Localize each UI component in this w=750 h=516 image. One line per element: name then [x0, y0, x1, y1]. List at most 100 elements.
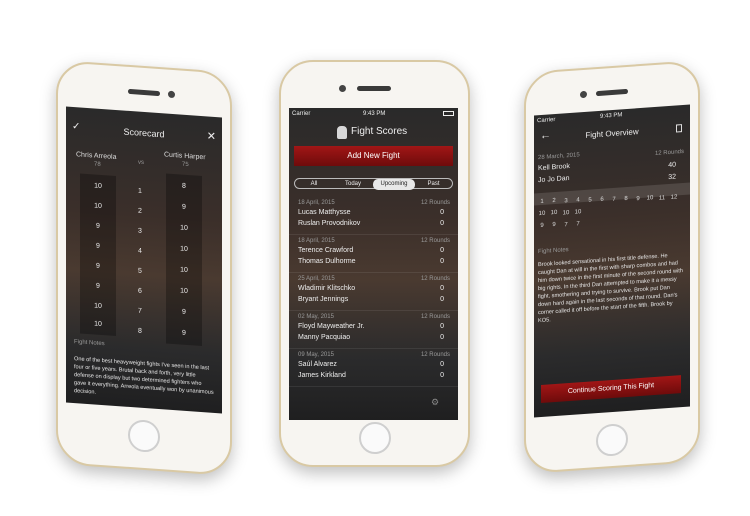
overview-title: Fight Overview — [585, 127, 639, 140]
fight-rounds: 12 Rounds — [420, 200, 450, 206]
fight-list: 18 April, 2015 12 Rounds Lucas Matthysse… — [289, 196, 458, 396]
phone-camera — [339, 85, 346, 92]
fight-rounds: 12 Rounds — [420, 276, 450, 282]
fighter-name: Saúl Alvarez — [298, 361, 337, 368]
add-new-fight-button[interactable]: Add New Fight — [294, 146, 453, 166]
score-cell[interactable]: 10 — [166, 224, 202, 234]
settings-gear-icon[interactable]: ⚙ — [431, 397, 439, 408]
round-score: 7 — [576, 221, 580, 228]
round-number: 4 — [138, 247, 142, 255]
tab-upcoming[interactable]: Upcoming — [373, 179, 415, 190]
filter-segmented-control: All Today Upcoming Past — [294, 178, 453, 190]
fighter-name: Thomas Dulhorme — [298, 258, 356, 265]
fighter1-score-column: 10 10 9 9 9 9 10 10 — [80, 173, 116, 337]
score-cell[interactable]: 9 — [80, 242, 116, 252]
fight-date: 09 May, 2015 — [298, 352, 334, 358]
round-number: 7 — [138, 307, 142, 315]
fighter-score: 0 — [440, 247, 444, 254]
round-number: 2 — [138, 207, 142, 215]
fight-row[interactable]: 18 April, 2015 12 Rounds Terence Crawfor… — [289, 234, 458, 273]
fighter-name: Lucas Matthysse — [298, 209, 351, 216]
fight-row[interactable]: 25 April, 2015 12 Rounds Wladimir Klitsc… — [289, 272, 458, 311]
fighter-name: Ruslan Provodnikov — [298, 220, 361, 227]
round-number: 1 — [138, 187, 142, 195]
round-scores-grid: 1 2 3 4 5 6 7 8 9 10 11 12 10 10 10 10 9… — [534, 182, 690, 238]
scorecard-screen: ✓ Scorecard ✕ Chris Arreola 78 vs Curtis… — [66, 106, 222, 414]
fighter-name: Wladimir Klitschko — [298, 285, 356, 292]
round-score: 10 — [574, 209, 582, 216]
fighter-score: 0 — [440, 209, 444, 216]
vs-label: vs — [138, 159, 144, 166]
fight-row[interactable]: 09 May, 2015 12 Rounds Saúl Alvarez 0 Ja… — [289, 348, 458, 387]
score-cell[interactable]: 10 — [80, 182, 116, 192]
fighter1-total: 40 — [668, 161, 676, 170]
fighter2-total: 75 — [182, 161, 189, 169]
score-cell[interactable]: 8 — [166, 182, 202, 192]
score-cell[interactable]: 9 — [166, 308, 202, 318]
home-button[interactable] — [128, 418, 160, 454]
tab-all[interactable]: All — [295, 179, 333, 190]
fighter-name: Manny Pacquiao — [298, 334, 351, 341]
notes-label: Fight Notes — [538, 247, 569, 256]
score-cell[interactable]: 9 — [166, 329, 202, 339]
score-cell[interactable]: 9 — [80, 262, 116, 272]
notes-text[interactable]: Brook looked sensational in his first ti… — [538, 251, 684, 325]
fighter-score: 0 — [440, 258, 444, 265]
home-button[interactable] — [596, 422, 628, 458]
fight-row[interactable]: 18 April, 2015 12 Rounds Lucas Matthysse… — [289, 196, 458, 235]
score-cell[interactable]: 10 — [166, 266, 202, 276]
phone-speaker — [128, 88, 160, 97]
score-cell[interactable]: 10 — [80, 320, 116, 330]
fighter2-name: Jo Jo Dan — [538, 174, 570, 185]
fighter-score: 0 — [440, 334, 444, 341]
fighter-score: 0 — [440, 372, 444, 379]
fighter-name: Terence Crawford — [298, 247, 354, 254]
fighter1-name: Chris Arreola — [76, 151, 117, 162]
continue-scoring-button[interactable]: Continue Scoring This Fight — [541, 375, 681, 403]
fight-row[interactable]: 02 May, 2015 12 Rounds Floyd Mayweather … — [289, 310, 458, 349]
round-column: 1 2 3 4 5 6 7 8 — [128, 177, 152, 343]
fight-rounds: 12 Rounds — [420, 314, 450, 320]
score-cell[interactable]: 9 — [166, 203, 202, 213]
score-cell[interactable]: 10 — [80, 302, 116, 312]
fight-date: 18 April, 2015 — [298, 238, 335, 244]
fighter-score: 0 — [440, 361, 444, 368]
score-cell[interactable]: 10 — [166, 287, 202, 297]
scorecard-nav: ✓ Scorecard ✕ — [66, 117, 222, 150]
round-number: 3 — [138, 227, 142, 235]
app-title: Fight Scores — [351, 126, 408, 137]
tab-past[interactable]: Past — [415, 179, 452, 190]
score-cell[interactable]: 9 — [80, 222, 116, 232]
phone-fight-scores: Carrier 9:43 PM Fight Scores Add New Fig… — [279, 60, 470, 467]
notes-text[interactable]: One of the best heavyweight fights I've … — [74, 355, 214, 405]
carrier-label: Carrier — [292, 111, 311, 117]
phone-fight-overview: Carrier 9:43 PM ← Fight Overview 28 Marc… — [524, 59, 700, 475]
fighter-score: 0 — [440, 220, 444, 227]
fight-date: 02 May, 2015 — [298, 314, 334, 320]
carrier-label: Carrier — [537, 116, 556, 125]
battery-icon — [443, 111, 454, 116]
score-cell[interactable]: 10 — [80, 202, 116, 212]
fight-scores-screen: Carrier 9:43 PM Fight Scores Add New Fig… — [289, 108, 458, 420]
fighter1-total: 78 — [94, 161, 101, 168]
score-cell[interactable]: 9 — [80, 282, 116, 292]
close-icon[interactable]: ✕ — [207, 129, 216, 143]
home-button[interactable] — [359, 422, 391, 454]
round-number: 5 — [138, 267, 142, 275]
fight-date: 25 April, 2015 — [298, 276, 335, 282]
fighter1-name: Kell Brook — [538, 162, 570, 173]
fighter-name: James Kirkland — [298, 372, 346, 379]
score-cell[interactable]: 10 — [166, 245, 202, 255]
fighter-score: 0 — [440, 323, 444, 330]
tab-today[interactable]: Today — [333, 179, 373, 190]
scorecard-title: Scorecard — [123, 126, 165, 140]
fighter2-score-column: 8 9 10 10 10 10 9 9 — [166, 173, 202, 347]
fighter2-total: 32 — [668, 173, 676, 182]
trash-icon[interactable] — [676, 124, 682, 133]
fight-overview-screen: Carrier 9:43 PM ← Fight Overview 28 Marc… — [534, 104, 690, 418]
time-label: 9:43 PM — [363, 111, 386, 117]
fight-date: 28 March, 2015 — [538, 152, 580, 162]
fight-rounds: 12 Rounds — [420, 352, 450, 358]
glove-icon — [337, 126, 347, 139]
fighter-name: Floyd Mayweather Jr. — [298, 323, 365, 330]
